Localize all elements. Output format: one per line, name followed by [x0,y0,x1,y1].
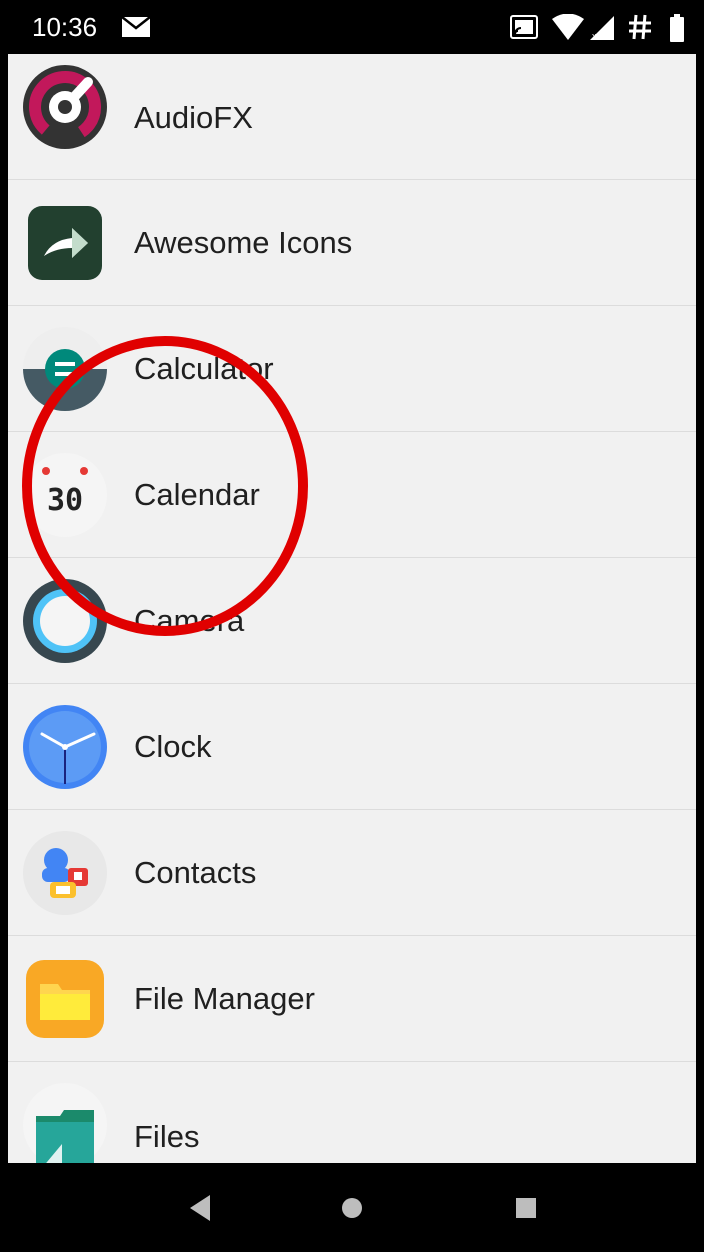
app-item-calculator[interactable]: Calculator [8,306,696,432]
screen-frame-right [696,0,704,1252]
file-manager-icon [22,956,108,1042]
app-item-camera[interactable]: Camera [8,558,696,684]
app-drawer-screen: 10:36 x AudioFX Awesome Icons Calculator… [0,0,704,1252]
app-label: AudioFX [134,100,253,135]
awesome-icons-icon [22,200,108,286]
camera-icon [22,578,108,664]
app-label: Awesome Icons [134,225,353,260]
contacts-icon [22,830,108,916]
screen-frame-left [0,0,8,1252]
app-label: Camera [134,603,245,638]
app-item-contacts[interactable]: Contacts [8,810,696,936]
app-item-clock[interactable]: Clock [8,684,696,810]
hash-icon [628,14,652,45]
svg-text:x: x [592,31,597,40]
app-label: Contacts [134,855,257,890]
cast-icon [510,15,538,44]
recents-icon[interactable] [496,1183,556,1233]
app-item-file-manager[interactable]: File Manager [8,936,696,1062]
home-icon[interactable] [322,1183,382,1233]
calculator-icon [22,326,108,412]
back-icon[interactable] [170,1183,230,1233]
email-icon [121,16,151,42]
app-item-calendar[interactable]: 30 Calendar [8,432,696,558]
status-bar: 10:36 x [0,0,704,54]
app-label: Calendar [134,477,260,512]
clock-icon [22,704,108,790]
battery-icon [670,14,684,47]
audiofx-icon [22,64,108,150]
calendar-icon: 30 [22,452,108,538]
app-item-files[interactable]: Files [8,1062,696,1163]
app-list[interactable]: AudioFX Awesome Icons Calculator 30 Cale… [8,54,696,1163]
signal-icon: x [590,16,618,45]
app-label: File Manager [134,981,315,1016]
app-label: Calculator [134,351,274,386]
app-item-audiofx[interactable]: AudioFX [8,54,696,180]
app-label: Clock [134,729,212,764]
navigation-bar [0,1163,704,1252]
calendar-day-number: 30 [47,483,83,518]
wifi-icon [552,13,584,45]
files-icon [22,1082,108,1163]
status-time: 10:36 [32,12,98,42]
app-label: Files [134,1119,200,1154]
app-item-awesome-icons[interactable]: Awesome Icons [8,180,696,306]
